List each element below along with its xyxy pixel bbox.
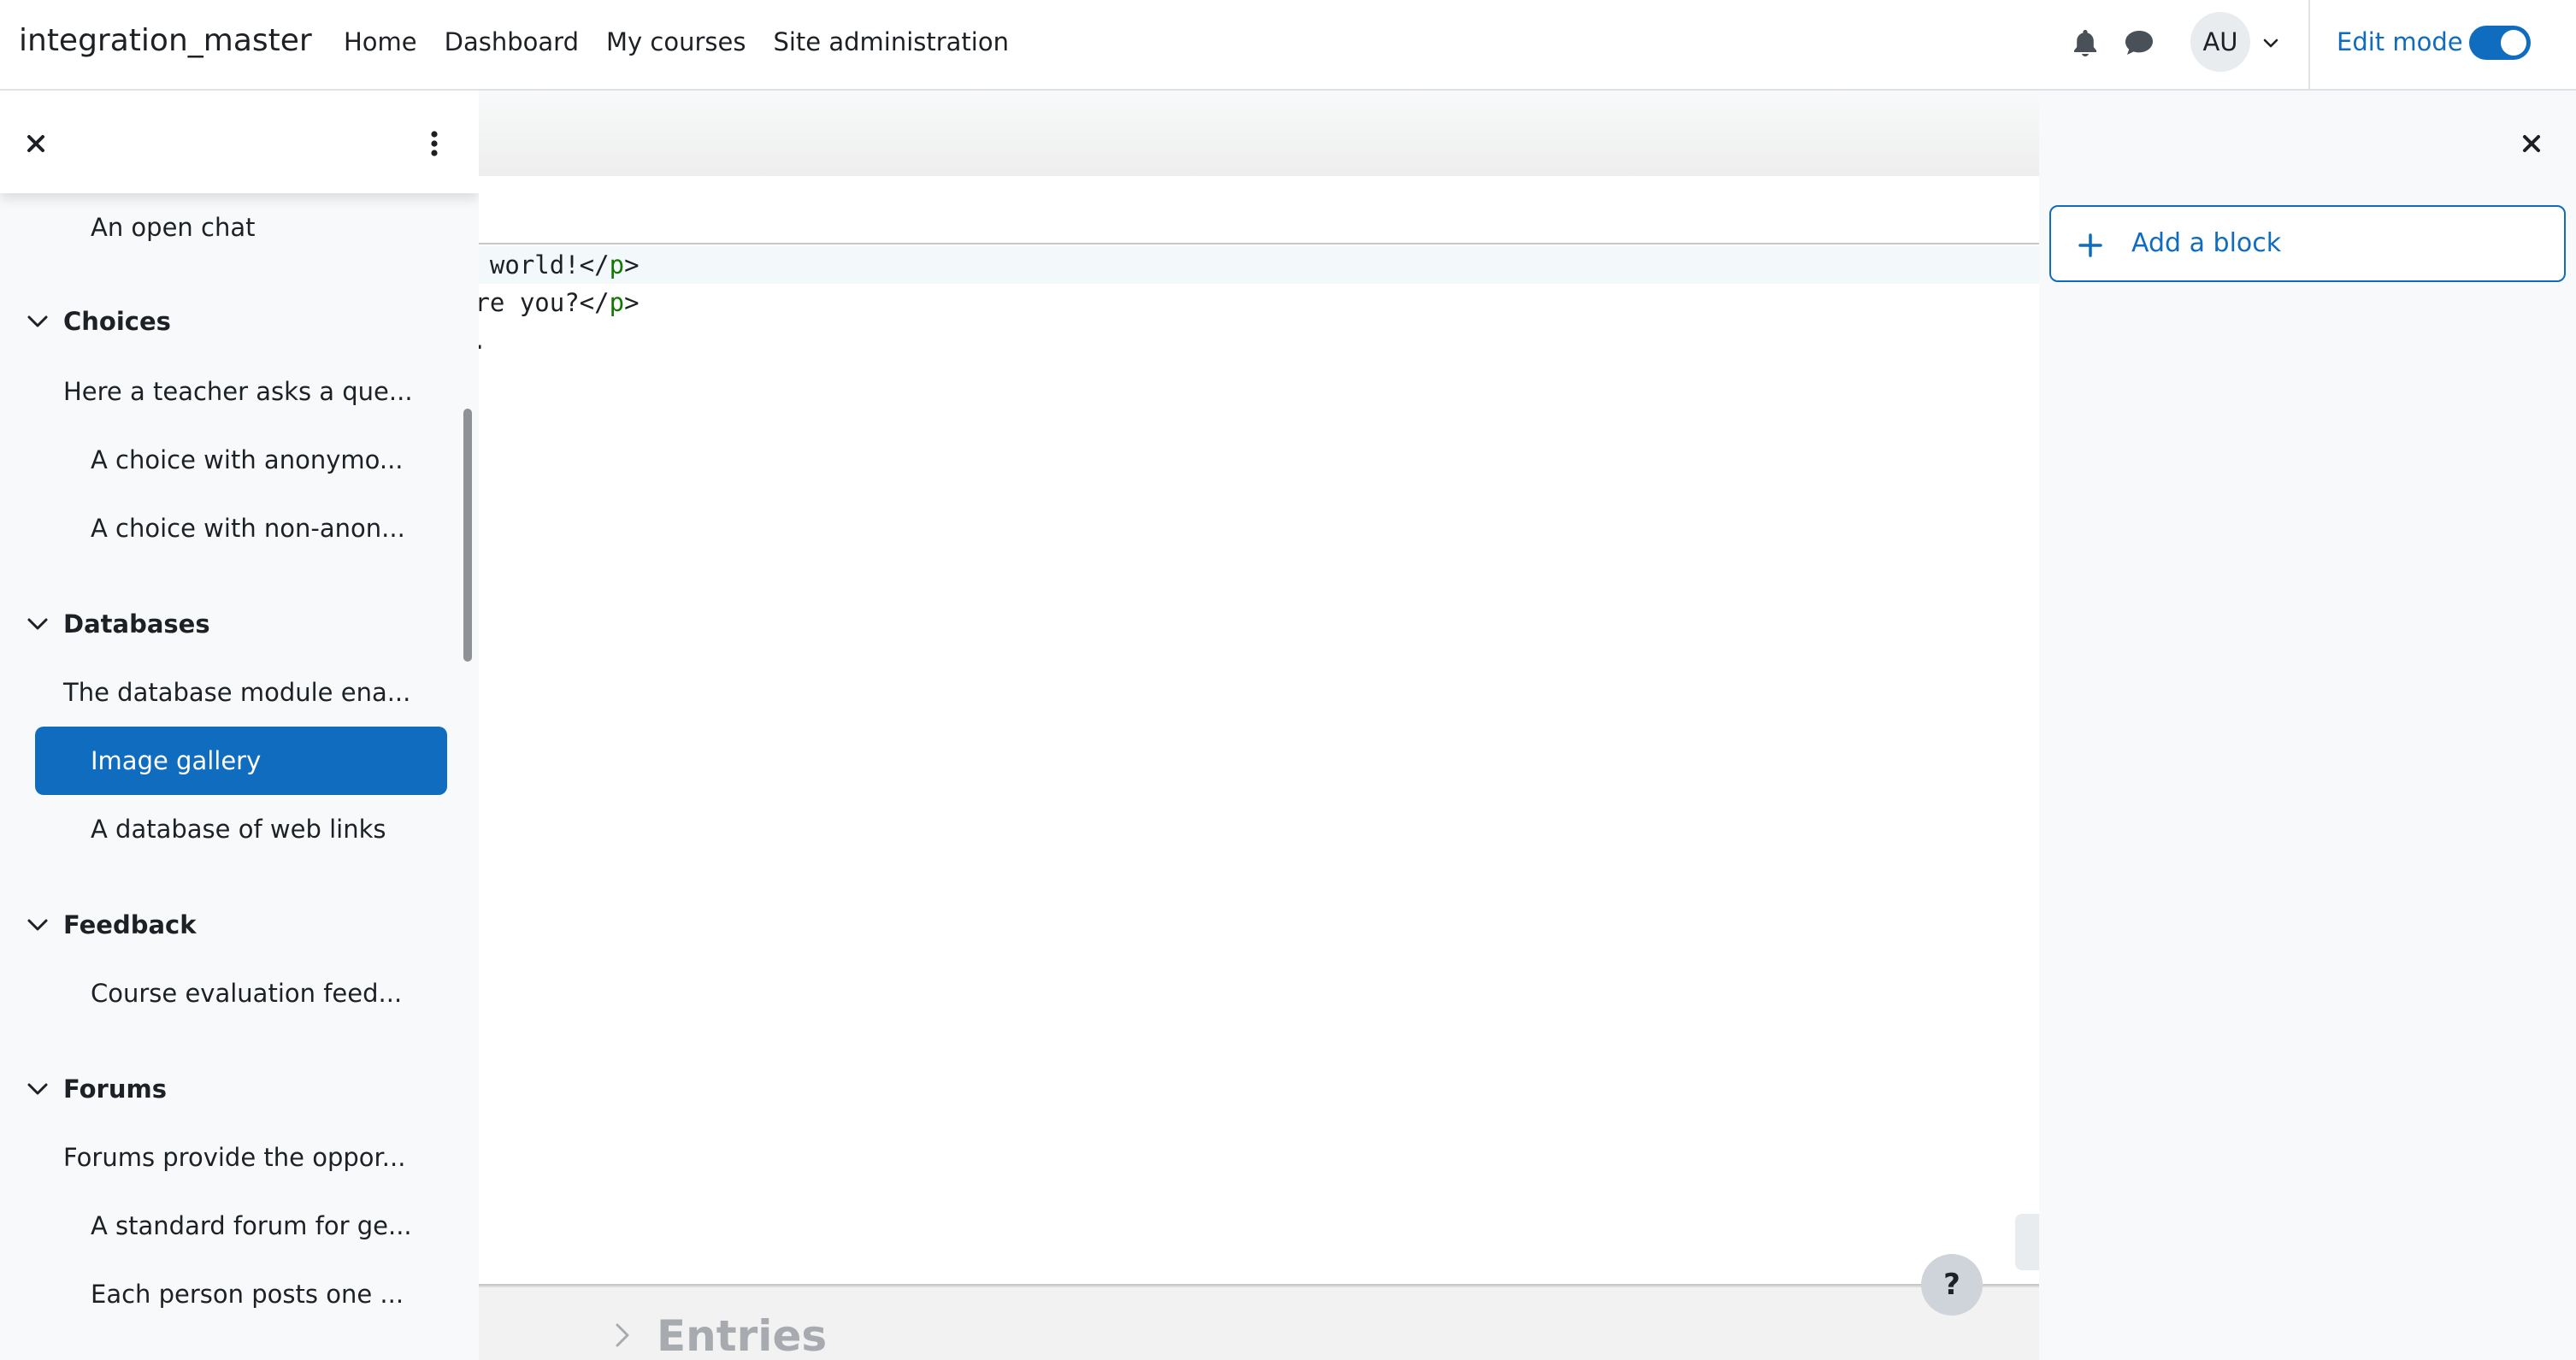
main-content: o world!</p> are you?</p> . Entries <box>479 91 2039 1360</box>
user-menu-toggle[interactable] <box>2250 22 2291 63</box>
course-index-label: Here a teacher asks a que... <box>63 377 413 406</box>
course-index-drawer: An open chat Choices Here a teacher asks a… <box>0 91 479 1360</box>
editor-resize-handle[interactable] <box>2015 1214 2039 1270</box>
add-block-label: Add a block <box>2131 228 2282 258</box>
plus-icon <box>2078 233 2102 257</box>
course-index-item[interactable]: Here a teacher asks a que... <box>0 357 479 426</box>
nav-link-site-administration[interactable]: Site administration <box>759 22 1023 62</box>
entries-section-heading[interactable]: Entries <box>657 1306 827 1360</box>
code-line[interactable]: o world!</p> <box>479 246 640 284</box>
edit-mode-label[interactable]: Edit mode <box>2337 24 2463 60</box>
course-index-label: Choices <box>63 307 171 336</box>
chat-icon <box>2125 31 2153 55</box>
course-index-item-active[interactable]: Image gallery <box>0 727 479 795</box>
course-index-item[interactable]: An open chat <box>0 193 479 262</box>
messages-button[interactable] <box>2119 22 2160 63</box>
close-icon[interactable] <box>2511 123 2552 164</box>
course-index-label: The database module ena... <box>63 678 411 707</box>
top-navbar: integration_master Home Dashboard My cou… <box>0 0 2576 91</box>
course-index-section[interactable]: Choices <box>0 287 479 356</box>
course-index-label: Forums provide the oppor... <box>63 1143 406 1172</box>
course-index-item[interactable]: A database of web links <box>0 795 479 863</box>
course-index-label: A database of web links <box>91 815 386 844</box>
page-header-area <box>479 91 2039 176</box>
editor-toolbar-divider <box>479 243 2039 244</box>
site-name[interactable]: integration_master <box>19 19 312 63</box>
chevron-down-icon[interactable] <box>21 607 55 641</box>
course-index-label: A choice with anonymo... <box>91 445 404 474</box>
navbar-divider <box>2308 0 2310 89</box>
more-options-icon[interactable] <box>414 123 455 164</box>
course-index-item[interactable]: Course evaluation feed... <box>0 959 479 1027</box>
bell-icon <box>2074 30 2096 56</box>
editor-footer-divider <box>479 1284 2039 1286</box>
course-index-scrollbar[interactable] <box>463 409 472 662</box>
course-index-label: A standard forum for ge... <box>91 1211 412 1240</box>
course-index-item[interactable]: A choice with anonymo... <box>0 426 479 494</box>
course-index-label: Databases <box>63 609 210 639</box>
active-line-highlight <box>479 246 2039 284</box>
course-index-label: Forums <box>63 1074 167 1104</box>
course-index-item[interactable]: Forums provide the oppor... <box>0 1123 479 1192</box>
chevron-down-icon[interactable] <box>21 304 55 339</box>
course-index-section[interactable]: Feedback <box>0 891 479 959</box>
user-avatar[interactable]: AU <box>2190 12 2250 72</box>
chevron-down-icon[interactable] <box>21 908 55 942</box>
code-line[interactable]: . <box>479 321 486 359</box>
nav-link-my-courses[interactable]: My courses <box>592 22 759 62</box>
chevron-down-icon <box>2263 38 2278 48</box>
primary-navigation: Home Dashboard My courses Site administr… <box>330 22 1023 62</box>
course-index-drawer-header <box>0 91 479 193</box>
course-index-label: Feedback <box>63 910 197 939</box>
html-template-editor[interactable]: o world!</p> are you?</p> . <box>479 176 2039 1287</box>
nav-link-home[interactable]: Home <box>330 22 431 62</box>
help-button[interactable]: ? <box>1921 1254 1983 1316</box>
chevron-down-icon[interactable] <box>21 1072 55 1106</box>
course-index-item[interactable]: The database module ena... <box>0 658 479 727</box>
course-index-label: Each person posts one ... <box>91 1280 404 1309</box>
code-line[interactable]: are you?</p> <box>479 284 640 321</box>
toggle-knob <box>2501 30 2526 56</box>
course-index-item[interactable]: Each person posts one ... <box>0 1260 479 1328</box>
block-drawer: Add a block <box>2039 91 2576 1360</box>
course-index-item[interactable]: A standard forum for ge... <box>0 1192 479 1260</box>
course-index-label: An open chat <box>91 213 256 242</box>
close-icon[interactable] <box>15 123 56 164</box>
add-block-button[interactable]: Add a block <box>2049 205 2566 282</box>
course-index-section[interactable]: Forums <box>0 1055 479 1123</box>
course-index-section[interactable]: Databases <box>0 590 479 658</box>
edit-mode-toggle[interactable] <box>2469 26 2531 60</box>
course-index-label: Image gallery <box>91 746 262 775</box>
chevron-right-icon[interactable] <box>605 1318 640 1352</box>
nav-link-dashboard[interactable]: Dashboard <box>431 22 592 62</box>
course-index-item[interactable]: A choice with non-anon... <box>0 494 479 562</box>
course-index-label: Course evaluation feed... <box>91 979 403 1008</box>
course-index-label: A choice with non-anon... <box>91 514 405 543</box>
notifications-button[interactable] <box>2065 22 2106 63</box>
